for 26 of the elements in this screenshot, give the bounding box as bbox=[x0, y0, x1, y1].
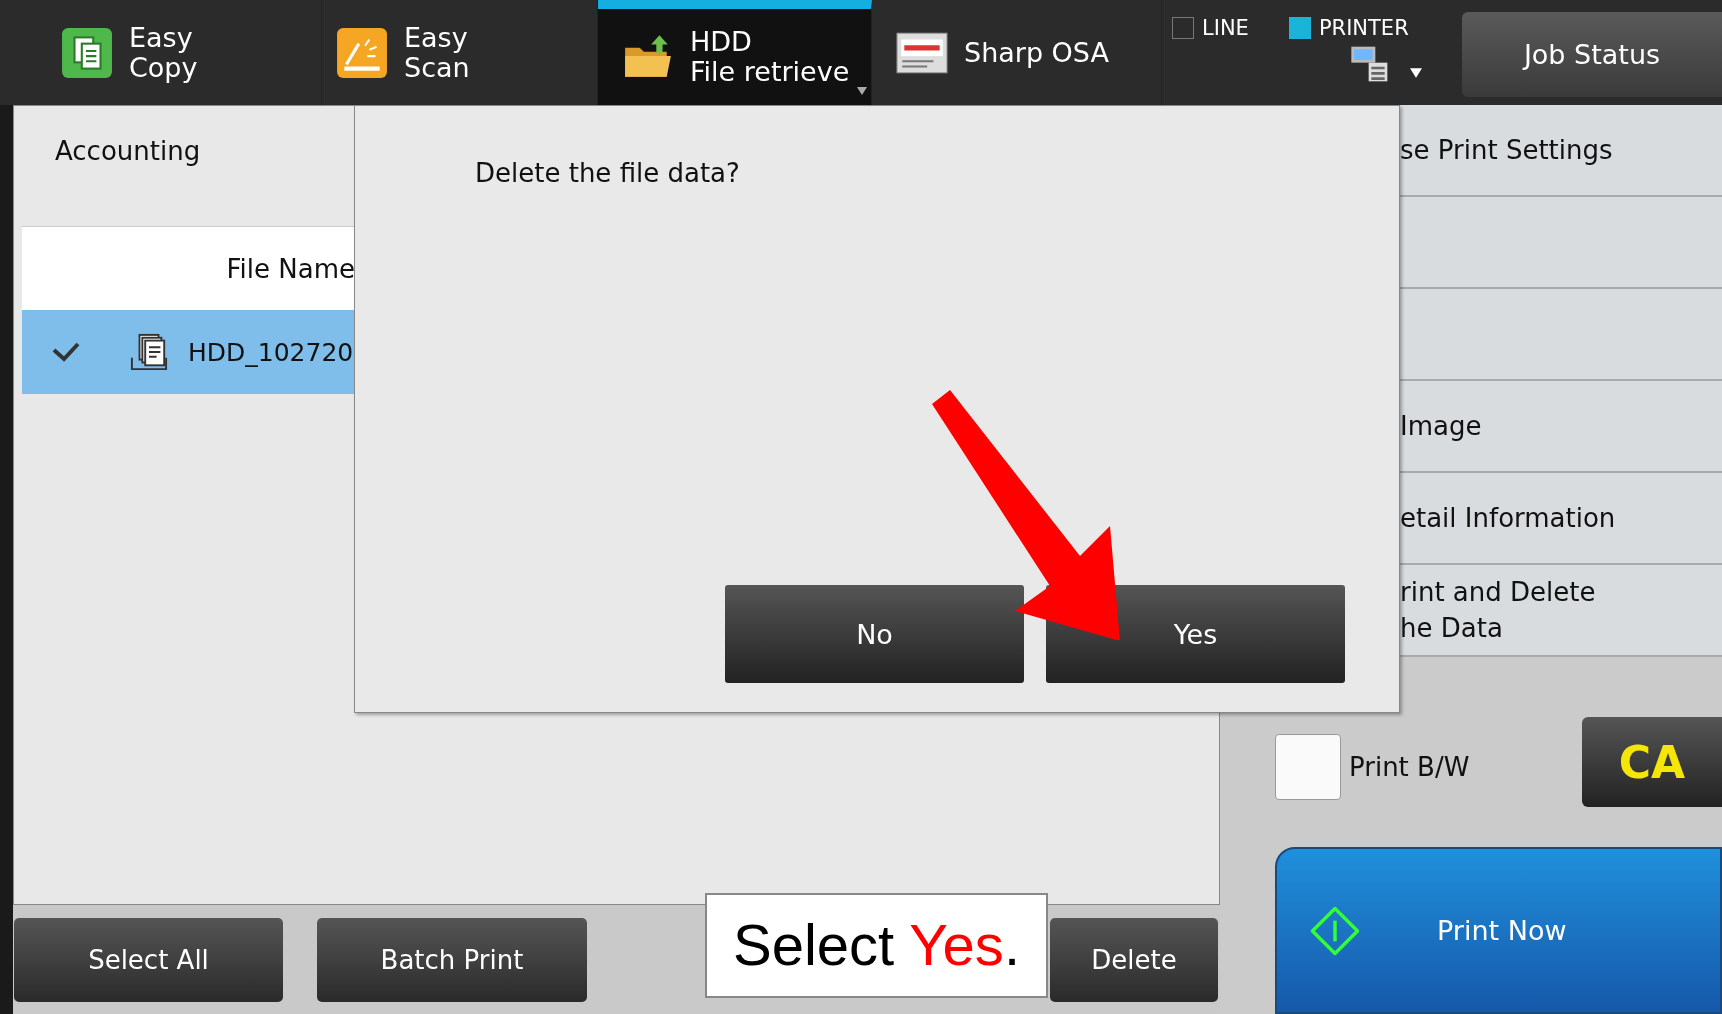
instruction-callout: Select Yes. bbox=[705, 893, 1048, 998]
start-icon bbox=[1309, 904, 1361, 957]
column-header: File Name bbox=[226, 253, 355, 284]
mode-checkbox[interactable] bbox=[1288, 17, 1311, 39]
toolbar-button[interactable]: Select All bbox=[14, 918, 283, 1002]
dialog-message: Delete the file data? bbox=[475, 158, 741, 188]
toolbar-button[interactable]: Batch Print bbox=[317, 918, 587, 1002]
dialog-button[interactable]: No bbox=[725, 585, 1024, 683]
mode-label: LINE bbox=[1202, 16, 1249, 40]
scanner-icon bbox=[336, 26, 388, 79]
toolbar-button[interactable]: Delete bbox=[1050, 918, 1218, 1002]
mode-label: PRINTER bbox=[1318, 16, 1409, 40]
checkbox[interactable] bbox=[1275, 734, 1341, 800]
copy-icon bbox=[61, 26, 113, 79]
file-row[interactable]: HDD_102720 bbox=[22, 310, 355, 394]
documents-icon bbox=[130, 333, 168, 371]
mode-checkbox[interactable] bbox=[1172, 17, 1194, 39]
print-now-button[interactable]: Print Now bbox=[1275, 847, 1722, 1014]
app-tab[interactable]: HDD File retrieve bbox=[598, 0, 872, 105]
job-status-button[interactable]: Job Status bbox=[1462, 12, 1722, 97]
panel-title: Accounting bbox=[55, 136, 201, 166]
computer-printer-icon bbox=[1350, 44, 1390, 84]
clear-all-button[interactable]: CA bbox=[1582, 717, 1722, 807]
caret-icon bbox=[1410, 68, 1422, 78]
checkbox-label: Print B/W bbox=[1349, 752, 1470, 782]
file-name: HDD_102720 bbox=[188, 337, 354, 367]
